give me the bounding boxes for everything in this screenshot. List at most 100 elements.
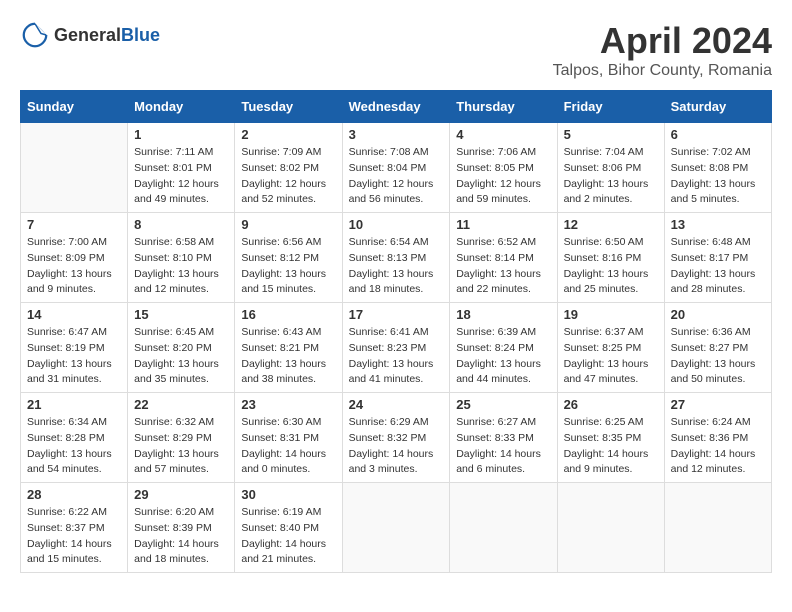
calendar-cell-w5-d1: 28 Sunrise: 6:22 AM Sunset: 8:37 PM Dayli… xyxy=(21,483,128,573)
logo-blue: Blue xyxy=(121,25,160,45)
logo-icon xyxy=(20,20,50,50)
header-friday: Friday xyxy=(557,91,664,123)
day-info-21: Sunrise: 6:34 AM Sunset: 8:28 PM Dayligh… xyxy=(27,415,121,478)
day-number-28: 28 xyxy=(27,487,121,502)
calendar-cell-w4-d3: 23Sunrise: 6:30 AM Sunset: 8:31 PM Dayli… xyxy=(235,393,342,483)
calendar-cell-w2-d2: 8 Sunrise: 6:58 AM Sunset: 8:10 PM Daylig… xyxy=(128,213,235,303)
header-sunday: Sunday xyxy=(21,91,128,123)
calendar-cell-w4-d1: 21Sunrise: 6:34 AM Sunset: 8:28 PM Dayli… xyxy=(21,393,128,483)
day-info-15: Sunrise: 6:45 AM Sunset: 8:20 PM Dayligh… xyxy=(134,325,228,388)
day-info-6: Sunrise: 7:02 AM Sunset: 8:08 PM Dayligh… xyxy=(671,145,765,208)
header-wednesday: Wednesday xyxy=(342,91,450,123)
location-title: Talpos, Bihor County, Romania xyxy=(553,62,772,80)
day-number-11: 11 xyxy=(456,217,550,232)
day-info-9: Sunrise: 6:56 AM Sunset: 8:12 PM Dayligh… xyxy=(241,235,335,298)
day-number-10: 10 xyxy=(349,217,444,232)
day-number-13: 13 xyxy=(671,217,765,232)
day-info-13: Sunrise: 6:48 AM Sunset: 8:17 PM Dayligh… xyxy=(671,235,765,298)
calendar-cell-w3-d3: 16Sunrise: 6:43 AM Sunset: 8:21 PM Dayli… xyxy=(235,303,342,393)
day-info-25: Sunrise: 6:27 AM Sunset: 8:33 PM Dayligh… xyxy=(456,415,550,478)
day-number-19: 19 xyxy=(564,307,658,322)
day-number-22: 22 xyxy=(134,397,228,412)
day-info-17: Sunrise: 6:41 AM Sunset: 8:23 PM Dayligh… xyxy=(349,325,444,388)
day-number-8: 8 xyxy=(134,217,228,232)
day-number-18: 18 xyxy=(456,307,550,322)
day-number-24: 24 xyxy=(349,397,444,412)
week-row-1: 1Sunrise: 7:11 AM Sunset: 8:01 PM Daylig… xyxy=(21,123,772,213)
week-row-3: 14 Sunrise: 6:47 AM Sunset: 8:19 PM Dayli… xyxy=(21,303,772,393)
day-info-1: Sunrise: 7:11 AM Sunset: 8:01 PM Dayligh… xyxy=(134,145,228,208)
day-info-22: Sunrise: 6:32 AM Sunset: 8:29 PM Dayligh… xyxy=(134,415,228,478)
day-info-16: Sunrise: 6:43 AM Sunset: 8:21 PM Dayligh… xyxy=(241,325,335,388)
calendar-cell-w4-d6: 26Sunrise: 6:25 AM Sunset: 8:35 PM Dayli… xyxy=(557,393,664,483)
calendar-cell-w5-d6 xyxy=(557,483,664,573)
calendar-cell-w4-d5: 25 Sunrise: 6:27 AM Sunset: 8:33 PM Dayli… xyxy=(450,393,557,483)
week-row-4: 21Sunrise: 6:34 AM Sunset: 8:28 PM Dayli… xyxy=(21,393,772,483)
calendar-cell-w1-d2: 1Sunrise: 7:11 AM Sunset: 8:01 PM Daylig… xyxy=(128,123,235,213)
header-tuesday: Tuesday xyxy=(235,91,342,123)
calendar-cell-w1-d5: 4Sunrise: 7:06 AM Sunset: 8:05 PM Daylig… xyxy=(450,123,557,213)
calendar-cell-w3-d7: 20 Sunrise: 6:36 AM Sunset: 8:27 PM Dayli… xyxy=(664,303,771,393)
calendar-cell-w1-d1 xyxy=(21,123,128,213)
calendar-cell-w1-d7: 6 Sunrise: 7:02 AM Sunset: 8:08 PM Daylig… xyxy=(664,123,771,213)
day-number-29: 29 xyxy=(134,487,228,502)
day-info-2: Sunrise: 7:09 AM Sunset: 8:02 PM Dayligh… xyxy=(241,145,335,208)
calendar-cell-w1-d6: 5 Sunrise: 7:04 AM Sunset: 8:06 PM Daylig… xyxy=(557,123,664,213)
calendar-cell-w2-d6: 12 Sunrise: 6:50 AM Sunset: 8:16 PM Dayli… xyxy=(557,213,664,303)
calendar-cell-w3-d2: 15Sunrise: 6:45 AM Sunset: 8:20 PM Dayli… xyxy=(128,303,235,393)
calendar-cell-w4-d7: 27 Sunrise: 6:24 AM Sunset: 8:36 PM Dayli… xyxy=(664,393,771,483)
day-number-5: 5 xyxy=(564,127,658,142)
calendar-cell-w3-d4: 17Sunrise: 6:41 AM Sunset: 8:23 PM Dayli… xyxy=(342,303,450,393)
day-number-6: 6 xyxy=(671,127,765,142)
logo-text: GeneralBlue xyxy=(54,25,160,46)
header-monday: Monday xyxy=(128,91,235,123)
logo-general: General xyxy=(54,25,121,45)
day-number-2: 2 xyxy=(241,127,335,142)
day-info-7: Sunrise: 7:00 AM Sunset: 8:09 PM Dayligh… xyxy=(27,235,121,298)
day-number-12: 12 xyxy=(564,217,658,232)
day-number-30: 30 xyxy=(241,487,335,502)
calendar-cell-w5-d5 xyxy=(450,483,557,573)
week-row-5: 28 Sunrise: 6:22 AM Sunset: 8:37 PM Dayli… xyxy=(21,483,772,573)
calendar-cell-w3-d5: 18Sunrise: 6:39 AM Sunset: 8:24 PM Dayli… xyxy=(450,303,557,393)
day-number-27: 27 xyxy=(671,397,765,412)
day-info-12: Sunrise: 6:50 AM Sunset: 8:16 PM Dayligh… xyxy=(564,235,658,298)
calendar-cell-w1-d4: 3 Sunrise: 7:08 AM Sunset: 8:04 PM Daylig… xyxy=(342,123,450,213)
day-info-29: Sunrise: 6:20 AM Sunset: 8:39 PM Dayligh… xyxy=(134,505,228,568)
day-info-14: Sunrise: 6:47 AM Sunset: 8:19 PM Dayligh… xyxy=(27,325,121,388)
day-number-3: 3 xyxy=(349,127,444,142)
day-info-19: Sunrise: 6:37 AM Sunset: 8:25 PM Dayligh… xyxy=(564,325,658,388)
day-number-14: 14 xyxy=(27,307,121,322)
header-saturday: Saturday xyxy=(664,91,771,123)
calendar-cell-w2-d7: 13 Sunrise: 6:48 AM Sunset: 8:17 PM Dayli… xyxy=(664,213,771,303)
day-info-10: Sunrise: 6:54 AM Sunset: 8:13 PM Dayligh… xyxy=(349,235,444,298)
day-info-28: Sunrise: 6:22 AM Sunset: 8:37 PM Dayligh… xyxy=(27,505,121,568)
day-number-25: 25 xyxy=(456,397,550,412)
day-info-5: Sunrise: 7:04 AM Sunset: 8:06 PM Dayligh… xyxy=(564,145,658,208)
calendar-cell-w5-d3: 30Sunrise: 6:19 AM Sunset: 8:40 PM Dayli… xyxy=(235,483,342,573)
day-info-24: Sunrise: 6:29 AM Sunset: 8:32 PM Dayligh… xyxy=(349,415,444,478)
calendar-cell-w2-d1: 7 Sunrise: 7:00 AM Sunset: 8:09 PM Daylig… xyxy=(21,213,128,303)
calendar-cell-w3-d6: 19 Sunrise: 6:37 AM Sunset: 8:25 PM Dayli… xyxy=(557,303,664,393)
calendar-cell-w5-d7 xyxy=(664,483,771,573)
day-info-8: Sunrise: 6:58 AM Sunset: 8:10 PM Dayligh… xyxy=(134,235,228,298)
calendar-cell-w4-d4: 24 Sunrise: 6:29 AM Sunset: 8:32 PM Dayli… xyxy=(342,393,450,483)
month-title: April 2024 xyxy=(553,20,772,62)
day-info-23: Sunrise: 6:30 AM Sunset: 8:31 PM Dayligh… xyxy=(241,415,335,478)
calendar-cell-w5-d2: 29 Sunrise: 6:20 AM Sunset: 8:39 PM Dayli… xyxy=(128,483,235,573)
calendar-table: Sunday Monday Tuesday Wednesday Thursday… xyxy=(20,90,772,573)
calendar-cell-w3-d1: 14 Sunrise: 6:47 AM Sunset: 8:19 PM Dayli… xyxy=(21,303,128,393)
logo: GeneralBlue xyxy=(20,20,160,50)
header-thursday: Thursday xyxy=(450,91,557,123)
calendar-cell-w1-d3: 2 Sunrise: 7:09 AM Sunset: 8:02 PM Daylig… xyxy=(235,123,342,213)
day-info-3: Sunrise: 7:08 AM Sunset: 8:04 PM Dayligh… xyxy=(349,145,444,208)
day-info-27: Sunrise: 6:24 AM Sunset: 8:36 PM Dayligh… xyxy=(671,415,765,478)
calendar-cell-w2-d3: 9Sunrise: 6:56 AM Sunset: 8:12 PM Daylig… xyxy=(235,213,342,303)
day-info-20: Sunrise: 6:36 AM Sunset: 8:27 PM Dayligh… xyxy=(671,325,765,388)
day-number-26: 26 xyxy=(564,397,658,412)
week-row-2: 7 Sunrise: 7:00 AM Sunset: 8:09 PM Daylig… xyxy=(21,213,772,303)
day-info-11: Sunrise: 6:52 AM Sunset: 8:14 PM Dayligh… xyxy=(456,235,550,298)
day-number-4: 4 xyxy=(456,127,550,142)
day-number-20: 20 xyxy=(671,307,765,322)
day-number-7: 7 xyxy=(27,217,121,232)
